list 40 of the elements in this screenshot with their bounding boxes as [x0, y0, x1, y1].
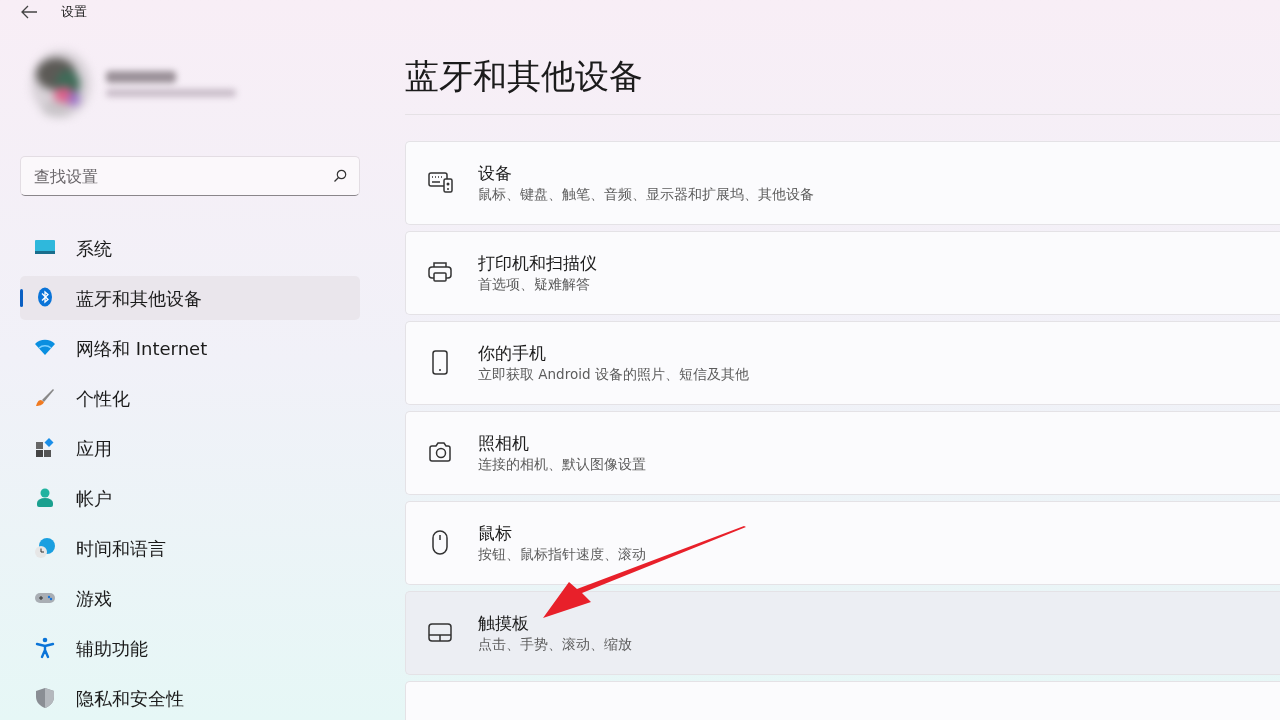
settings-card[interactable]: 设备 鼠标、键盘、触笔、音频、显示器和扩展坞、其他设备: [405, 141, 1280, 225]
page-title: 蓝牙和其他设备: [405, 55, 644, 98]
card-title: 设备: [478, 162, 513, 184]
brush-icon: [34, 387, 56, 409]
apps-icon: [34, 437, 56, 459]
globe-clock-icon: [34, 537, 56, 559]
sidebar-item[interactable]: 网络和 Internet: [20, 326, 360, 370]
card-subtitle: 鼠标、键盘、触笔、音频、显示器和扩展坞、其他设备: [478, 185, 814, 204]
card-title: 你的手机: [478, 342, 547, 364]
settings-card[interactable]: 打印机和扫描仪 首选项、疑难解答: [405, 231, 1280, 315]
settings-card[interactable]: 你的手机 立即获取 Android 设备的照片、短信及其他: [405, 321, 1280, 405]
card-subtitle: 按钮、鼠标指针速度、滚动: [478, 545, 646, 564]
card-subtitle: 点击、手势、滚动、缩放: [478, 635, 632, 654]
card-subtitle: 立即获取 Android 设备的照片、短信及其他: [478, 365, 749, 384]
sidebar-item[interactable]: 隐私和安全性: [20, 676, 360, 720]
card-title: 鼠标: [478, 522, 513, 544]
card-subtitle: 首选项、疑难解答: [478, 275, 591, 294]
keyboard-speaker-icon: [428, 170, 454, 196]
settings-card[interactable]: 照相机 连接的相机、默认图像设置: [405, 411, 1280, 495]
sidebar-item[interactable]: 应用: [20, 426, 360, 470]
card-title: 触摸板: [478, 612, 530, 634]
sidebar-item[interactable]: 辅助功能: [20, 626, 360, 670]
card-title: 打印机和扫描仪: [478, 252, 597, 274]
window-title: 设置: [61, 3, 87, 22]
search-field[interactable]: 查找设置: [20, 156, 360, 196]
card-subtitle: 连接的相机、默认图像设置: [478, 455, 646, 474]
back-arrow-icon[interactable]: [20, 5, 38, 19]
sidebar-item[interactable]: 个性化: [20, 376, 360, 420]
sidebar-item[interactable]: 游戏: [20, 576, 360, 620]
sidebar-item[interactable]: 时间和语言: [20, 526, 360, 570]
person-icon: [34, 487, 56, 509]
settings-card[interactable]: 触摸板 点击、手势、滚动、缩放: [405, 591, 1280, 675]
sidebar-item[interactable]: 蓝牙和其他设备: [20, 276, 360, 320]
sidebar-item[interactable]: 系统: [20, 226, 360, 270]
settings-card[interactable]: 鼠标 按钮、鼠标指针速度、滚动: [405, 501, 1280, 585]
accessibility-icon: [34, 637, 56, 659]
sidebar-item[interactable]: 帐户: [20, 476, 360, 520]
card-title: 照相机: [478, 432, 530, 454]
shield-icon: [34, 687, 56, 709]
search-icon[interactable]: [333, 169, 347, 183]
